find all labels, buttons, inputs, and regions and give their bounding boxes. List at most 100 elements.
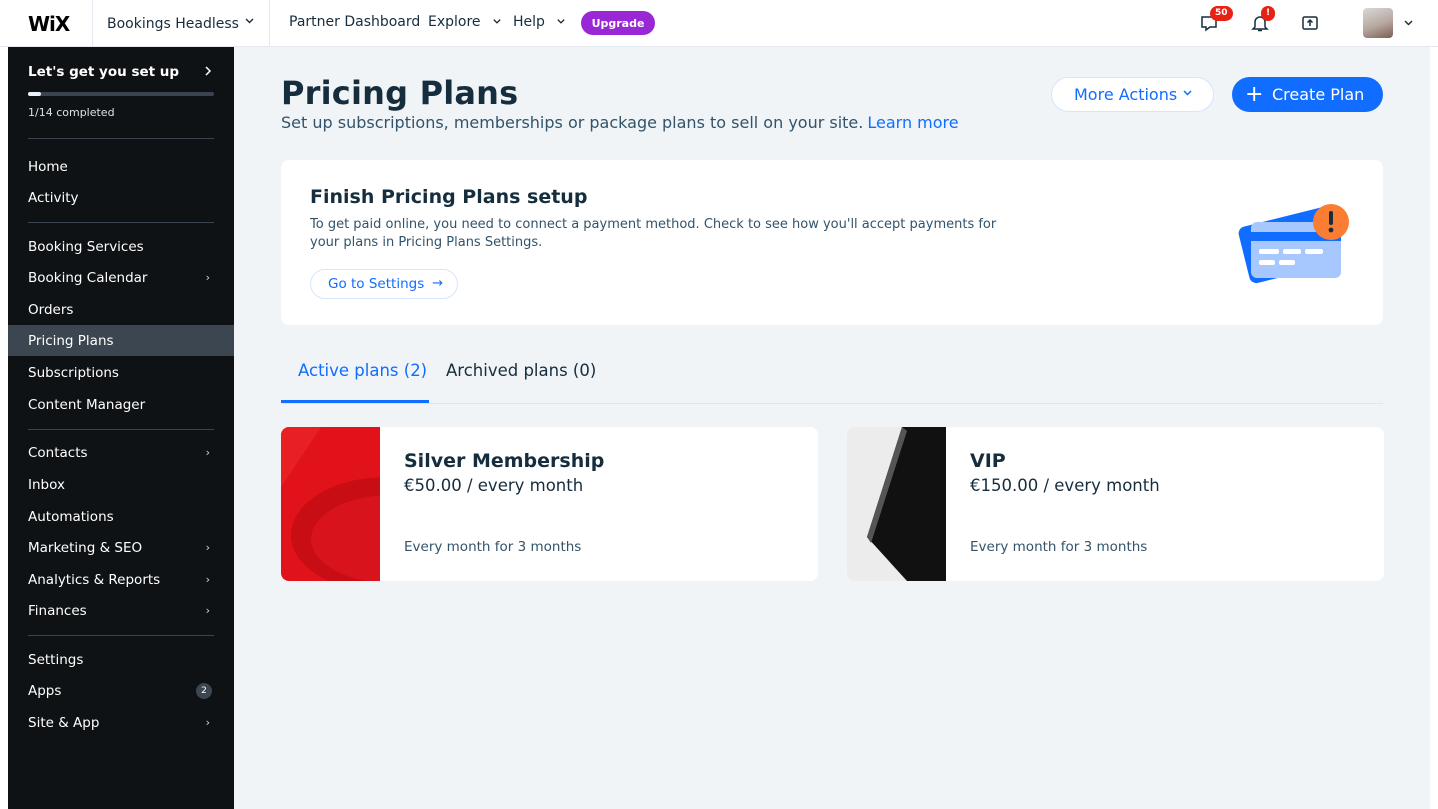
sidebar-item-label: Apps [28, 682, 62, 699]
sidebar-item-inbox[interactable]: Inbox [8, 469, 234, 500]
scrollbar[interactable] [1430, 47, 1438, 809]
sidebar-item-label: Home [28, 158, 68, 175]
wix-logo[interactable]: WiX [28, 12, 70, 36]
bell-badge: ! [1261, 6, 1276, 21]
chevron-down-icon [244, 15, 255, 29]
sidebar-item-site-app[interactable]: Site & App › [8, 707, 234, 738]
setup-progress-fill [28, 92, 42, 96]
go-to-settings-button[interactable]: Go to Settings → [310, 269, 458, 299]
plan-name: Silver Membership [404, 450, 605, 472]
chevron-right-icon[interactable] [204, 65, 212, 80]
sidebar-item-home[interactable]: Home [8, 151, 234, 182]
tabs-divider [281, 403, 1383, 404]
help-label: Help [513, 14, 545, 30]
sidebar-item-label: Content Manager [28, 396, 146, 413]
create-plan-button[interactable]: + Create Plan [1232, 77, 1383, 112]
sidebar-item-label: Booking Services [28, 238, 144, 255]
more-actions-label: More Actions [1074, 85, 1178, 104]
sidebar-item-content-manager[interactable]: Content Manager [8, 389, 234, 420]
tab-archived-plans[interactable]: Archived plans (0) [446, 361, 596, 380]
sidebar-item-booking-calendar[interactable]: Booking Calendar › [8, 262, 234, 293]
site-name: Bookings Headless [107, 15, 239, 32]
sidebar-item-label: Finances [28, 602, 87, 619]
explore-menu[interactable]: Explore [428, 14, 502, 30]
sidebar-item-label: Settings [28, 651, 84, 668]
sidebar-item-label: Subscriptions [28, 364, 119, 381]
active-tab-indicator [281, 400, 429, 403]
plus-icon: + [1245, 82, 1264, 107]
sidebar-item-analytics-reports[interactable]: Analytics & Reports › [8, 564, 234, 595]
sidebar-item-marketing-seo[interactable]: Marketing & SEO › [8, 532, 234, 563]
chevron-right-icon: › [205, 541, 210, 554]
messages-badge: 50 [1210, 6, 1233, 21]
sidebar-item-label: Inbox [28, 476, 65, 493]
sidebar-item-subscriptions[interactable]: Subscriptions [8, 357, 234, 388]
sidebar-item-label: Marketing & SEO [28, 539, 143, 556]
chevron-right-icon: › [205, 446, 210, 459]
sidebar-item-label: Orders [28, 301, 74, 318]
sidebar-item-label: Analytics & Reports [28, 571, 161, 588]
go-to-settings-label: Go to Settings [328, 276, 425, 292]
learn-more-link[interactable]: Learn more [867, 113, 958, 132]
credit-card-warning-icon [1235, 196, 1355, 288]
setup-card-title: Finish Pricing Plans setup [310, 186, 588, 208]
sidebar-item-label: Activity [28, 189, 79, 206]
sidebar-item-label: Booking Calendar [28, 269, 148, 286]
divider [28, 138, 214, 139]
setup-progress-label: 1/14 completed [28, 106, 115, 119]
chevron-right-icon: › [205, 604, 210, 617]
sidebar-item-automations[interactable]: Automations [8, 501, 234, 532]
sidebar-item-booking-services[interactable]: Booking Services [8, 231, 234, 262]
chevron-right-icon: › [205, 573, 210, 586]
setup-progress-bar [28, 92, 214, 96]
help-menu[interactable]: Help [513, 14, 566, 30]
page-title: Pricing Plans [281, 74, 519, 112]
chevron-down-icon [1182, 87, 1193, 101]
sidebar-item-label: Automations [28, 508, 114, 525]
plan-card[interactable]: Silver Membership €50.00 / every month E… [281, 427, 818, 581]
sidebar-item-finances[interactable]: Finances › [8, 595, 234, 626]
upgrade-site-icon[interactable] [1299, 12, 1321, 34]
tab-active-plans[interactable]: Active plans (2) [298, 361, 427, 380]
plan-duration: Every month for 3 months [404, 539, 582, 555]
plan-image [847, 427, 946, 581]
plan-duration: Every month for 3 months [970, 539, 1148, 555]
setup-checklist-link[interactable]: Let's get you set up [28, 64, 179, 80]
chevron-down-icon[interactable] [1403, 17, 1414, 31]
divider [28, 222, 214, 223]
sidebar-item-label: Pricing Plans [28, 332, 114, 349]
page-subtitle: Set up subscriptions, memberships or pac… [281, 113, 959, 132]
create-plan-label: Create Plan [1272, 85, 1365, 104]
avatar[interactable] [1363, 8, 1393, 38]
apps-count-badge: 2 [196, 682, 212, 699]
sidebar-item-label: Site & App [28, 714, 100, 731]
sidebar-item-apps[interactable]: Apps 2 [8, 675, 234, 706]
sidebar: Let's get you set up 1/14 completed Home… [8, 47, 234, 809]
sidebar-item-contacts[interactable]: Contacts › [8, 437, 234, 468]
plan-price: €50.00 / every month [404, 476, 584, 495]
plan-card[interactable]: VIP €150.00 / every month Every month fo… [847, 427, 1384, 581]
sidebar-item-settings[interactable]: Settings [8, 644, 234, 675]
arrow-right-icon: → [432, 276, 443, 291]
sidebar-item-orders[interactable]: Orders [8, 294, 234, 325]
chevron-down-icon [493, 19, 501, 24]
upgrade-button[interactable]: Upgrade [581, 11, 655, 35]
plan-image [281, 427, 481, 581]
top-bar: WiX Bookings Headless Partner Dashboard … [0, 0, 1438, 47]
sidebar-item-label: Contacts [28, 444, 88, 461]
chevron-right-icon: › [205, 716, 210, 729]
site-selector[interactable]: Bookings Headless [92, 0, 270, 47]
payment-setup-card: Finish Pricing Plans setup To get paid o… [281, 160, 1383, 325]
more-actions-button[interactable]: More Actions [1051, 77, 1214, 112]
chevron-down-icon [557, 19, 566, 24]
partner-dashboard-link[interactable]: Partner Dashboard [289, 14, 420, 30]
sidebar-item-activity[interactable]: Activity [8, 182, 234, 213]
main-content: Pricing Plans Set up subscriptions, memb… [234, 47, 1430, 809]
divider [28, 429, 214, 430]
explore-label: Explore [428, 14, 481, 30]
divider [28, 635, 214, 636]
chevron-right-icon: › [205, 271, 210, 284]
plan-name: VIP [970, 450, 1006, 472]
plan-price: €150.00 / every month [970, 476, 1160, 495]
sidebar-item-pricing-plans[interactable]: Pricing Plans [8, 325, 234, 356]
